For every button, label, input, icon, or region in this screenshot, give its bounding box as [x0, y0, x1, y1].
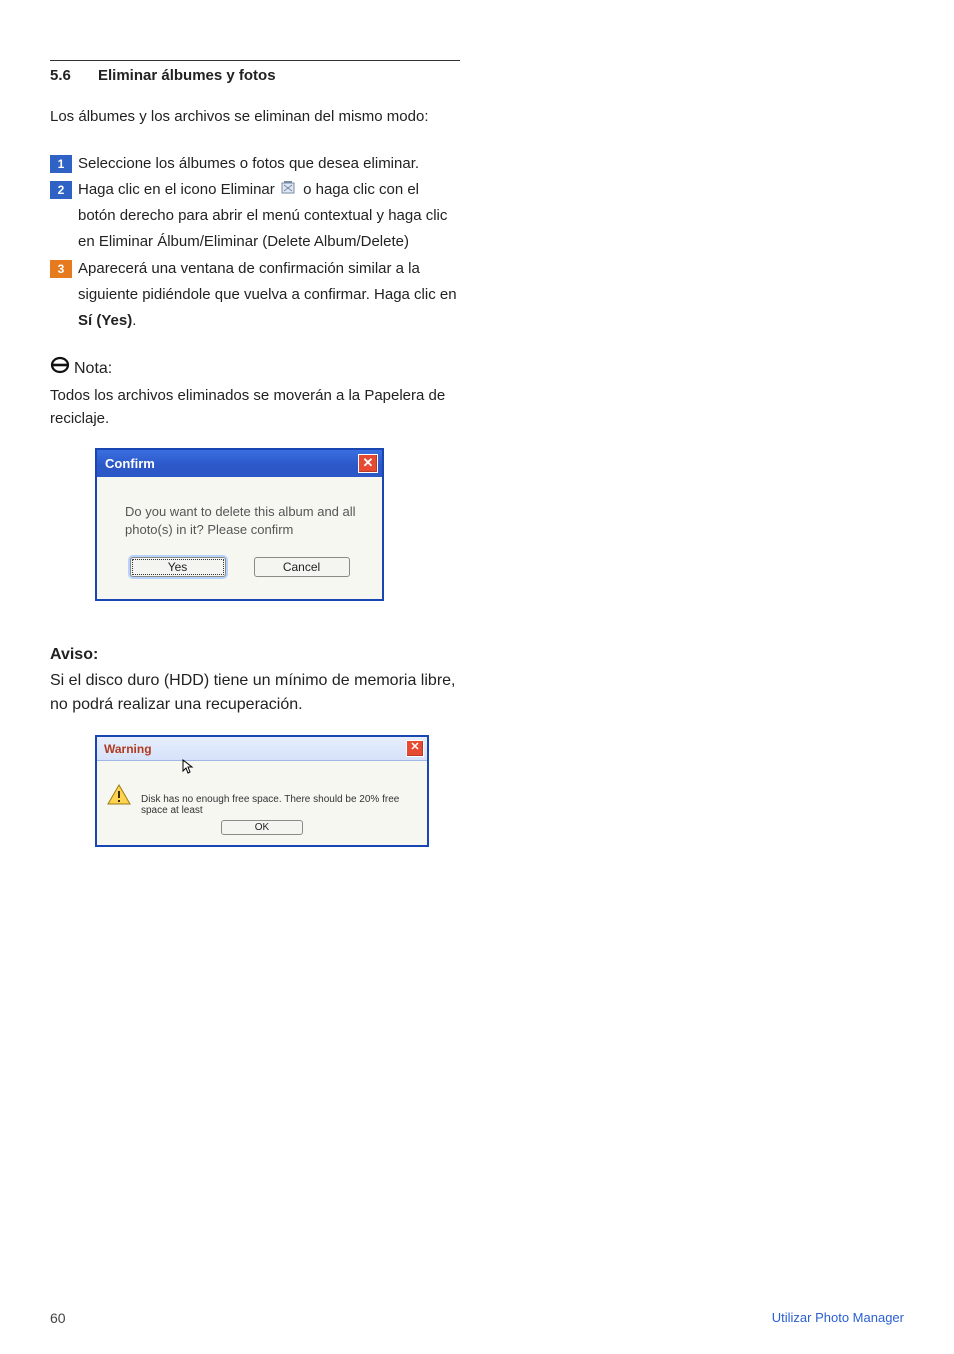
intro-text: Los álbumes y los archivos se eliminan d… [50, 106, 460, 129]
section-number: 5.6 [50, 67, 98, 84]
step-3: 3 Aparecerá una ventana de confirmación … [50, 256, 460, 335]
warning-title: Warning [104, 742, 152, 756]
step-2-text: Haga clic en el icono Eliminar o haga cl… [78, 177, 460, 256]
step-3-text: Aparecerá una ventana de confirmación si… [78, 256, 460, 335]
page-footer: 60 Utilizar Photo Manager [50, 1310, 904, 1326]
confirm-title: Confirm [105, 456, 155, 471]
steps-list: 1 Seleccione los álbumes o fotos que des… [50, 151, 460, 335]
confirm-dialog: Confirm ✕ Do you want to delete this alb… [95, 448, 384, 601]
section-heading: 5.6 Eliminar álbumes y fotos [50, 67, 460, 84]
section-title: Eliminar álbumes y fotos [98, 67, 276, 84]
step-1-text: Seleccione los álbumes o fotos que desea… [78, 151, 460, 177]
step-3-bold: Sí (Yes) [78, 312, 132, 329]
yes-button[interactable]: Yes [130, 557, 226, 577]
step-1: 1 Seleccione los álbumes o fotos que des… [50, 151, 460, 177]
step-number-2: 2 [50, 181, 72, 199]
note-body: Todos los archivos eliminados se moverán… [50, 384, 460, 431]
aviso-body: Si el disco duro (HDD) tiene un mínimo d… [50, 672, 455, 713]
cancel-button[interactable]: Cancel [254, 557, 350, 577]
confirm-message: Do you want to delete this album and all… [97, 477, 382, 557]
note-heading: Nota: [74, 357, 112, 382]
ok-button[interactable]: OK [221, 820, 303, 835]
step-number-3: 3 [50, 260, 72, 278]
note-block: Nota: Todos los archivos eliminados se m… [50, 356, 460, 430]
aviso-block: Aviso: Si el disco duro (HDD) tiene un m… [50, 643, 460, 717]
close-icon[interactable]: ✕ [358, 454, 378, 473]
aviso-heading: Aviso: [50, 643, 460, 667]
delete-icon [281, 177, 297, 203]
close-icon[interactable]: ✕ [406, 740, 424, 757]
note-icon [50, 356, 70, 381]
confirm-titlebar: Confirm ✕ [97, 450, 382, 477]
warning-titlebar: Warning ✕ [97, 737, 427, 761]
warning-dialog: Warning ✕ Disk has no enough free space.… [95, 735, 429, 847]
footer-label: Utilizar Photo Manager [772, 1310, 904, 1326]
page-number: 60 [50, 1310, 66, 1326]
step-2-part-a: Haga clic en el icono Eliminar [78, 181, 279, 198]
step-3-part-b: . [132, 312, 136, 329]
section-divider [50, 60, 460, 61]
step-3-part-a: Aparecerá una ventana de confirmación si… [78, 260, 457, 303]
warning-icon [107, 784, 131, 806]
step-number-1: 1 [50, 155, 72, 173]
step-2: 2 Haga clic en el icono Eliminar o haga … [50, 177, 460, 256]
cursor-icon [97, 761, 427, 780]
warning-message: Disk has no enough free space. There sho… [141, 784, 419, 816]
